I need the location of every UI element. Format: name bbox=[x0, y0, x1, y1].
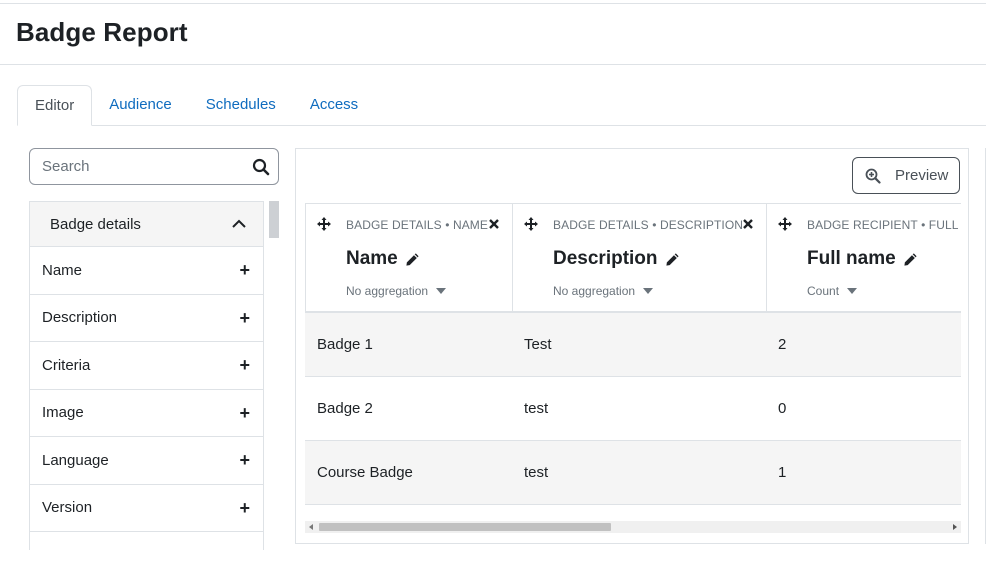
sidebar-item-criteria[interactable]: Criteria + bbox=[30, 342, 263, 390]
column-title: Full name bbox=[807, 248, 918, 270]
cell-count: 1 bbox=[778, 464, 787, 481]
caret-down-icon bbox=[643, 288, 654, 294]
scroll-left-arrow-icon[interactable] bbox=[309, 524, 313, 530]
cell-description: test bbox=[524, 464, 549, 481]
column-meta: Badge details • Description bbox=[553, 218, 744, 232]
move-icon[interactable] bbox=[524, 217, 538, 231]
column-header-name: Badge details • Name Name No aggregation bbox=[305, 203, 513, 313]
column-title-text: Description bbox=[553, 248, 658, 269]
pencil-icon[interactable] bbox=[903, 252, 918, 267]
column-title: Name bbox=[346, 248, 420, 270]
cell-count: 0 bbox=[778, 400, 787, 417]
report-editor-panel: Preview Badge details • Name Name No agg… bbox=[295, 148, 969, 544]
sidebar-group-badge-details[interactable]: Badge details bbox=[30, 202, 263, 247]
plus-icon[interactable]: + bbox=[239, 309, 250, 327]
pencil-icon[interactable] bbox=[665, 252, 680, 267]
cell-count: 2 bbox=[778, 336, 787, 353]
cell-description: test bbox=[524, 400, 549, 417]
tab-audience[interactable]: Audience bbox=[92, 85, 189, 126]
sidebar-scrollbar-thumb[interactable] bbox=[269, 201, 279, 238]
report-table: Badge details • Name Name No aggregation bbox=[305, 203, 961, 505]
tab-editor[interactable]: Editor bbox=[17, 85, 93, 126]
sidebar-item-label: Description bbox=[42, 309, 118, 327]
search-icon[interactable] bbox=[252, 158, 270, 176]
scroll-right-arrow-icon[interactable] bbox=[953, 524, 957, 530]
tab-schedules[interactable]: Schedules bbox=[189, 85, 293, 126]
column-header-description: Badge details • Description Description … bbox=[512, 203, 767, 313]
sidebar-item-label: Name bbox=[42, 261, 83, 279]
aggregation-select[interactable]: Count bbox=[807, 284, 858, 298]
caret-down-icon bbox=[847, 288, 858, 294]
move-icon[interactable] bbox=[778, 217, 792, 231]
sidebar-item-image[interactable]: Image + bbox=[30, 389, 263, 437]
page-title: Badge Report bbox=[16, 17, 188, 47]
search-box bbox=[29, 148, 279, 185]
column-header-full-name: Badge recipient • Full name Full name Co… bbox=[766, 203, 961, 313]
preview-button[interactable]: Preview bbox=[852, 157, 960, 194]
table-row: Badge 1 Test 2 bbox=[305, 313, 961, 377]
pencil-icon[interactable] bbox=[405, 252, 420, 267]
plus-icon[interactable]: + bbox=[239, 356, 250, 374]
plus-icon[interactable]: + bbox=[239, 499, 250, 517]
aggregation-value: Count bbox=[807, 284, 840, 298]
top-border bbox=[0, 0, 986, 4]
sidebar-item-version[interactable]: Version + bbox=[30, 484, 263, 532]
plus-icon[interactable]: + bbox=[239, 546, 250, 550]
close-icon[interactable] bbox=[743, 219, 753, 229]
chevron-up-icon[interactable] bbox=[231, 216, 247, 232]
plus-icon[interactable]: + bbox=[239, 404, 250, 422]
sidebar-item-label: Image bbox=[42, 404, 84, 422]
cell-name: Course Badge bbox=[317, 464, 413, 481]
sidebar-item-label: Version bbox=[42, 499, 93, 517]
sidebar-panel: Badge details Name + Description + Crite… bbox=[29, 201, 264, 550]
sidebar-item-language[interactable]: Language + bbox=[30, 437, 263, 485]
move-icon[interactable] bbox=[317, 217, 331, 231]
cell-name: Badge 2 bbox=[317, 400, 373, 417]
scrollbar-thumb[interactable] bbox=[319, 523, 611, 531]
search-input[interactable] bbox=[30, 149, 240, 184]
cell-description: Test bbox=[524, 336, 552, 353]
column-title-text: Full name bbox=[807, 248, 896, 269]
column-title: Description bbox=[553, 248, 680, 270]
sidebar-group-label: Badge details bbox=[50, 215, 141, 233]
sidebar-item-label: Criteria bbox=[42, 356, 91, 374]
aggregation-select[interactable]: No aggregation bbox=[553, 284, 654, 298]
tab-bar: Editor Audience Schedules Access bbox=[17, 85, 375, 126]
column-meta: Badge details • Name bbox=[346, 218, 489, 232]
column-title-text: Name bbox=[346, 248, 398, 269]
preview-label: Preview bbox=[895, 167, 949, 184]
aggregation-select[interactable]: No aggregation bbox=[346, 284, 447, 298]
sidebar-item-name[interactable]: Name + bbox=[30, 247, 263, 295]
horizontal-scrollbar[interactable] bbox=[305, 521, 961, 533]
sidebar-item-partial[interactable]: + bbox=[30, 532, 263, 550]
column-meta: Badge recipient • Full name bbox=[807, 218, 961, 232]
sidebar-item-label: Language bbox=[42, 451, 109, 469]
sidebar-item-description[interactable]: Description + bbox=[30, 294, 263, 342]
table-row: Badge 2 test 0 bbox=[305, 377, 961, 441]
tab-access[interactable]: Access bbox=[293, 85, 375, 126]
header-divider bbox=[0, 64, 986, 65]
plus-icon[interactable]: + bbox=[239, 261, 250, 279]
cell-name: Badge 1 bbox=[317, 336, 373, 353]
zoom-in-icon bbox=[865, 168, 881, 184]
plus-icon[interactable]: + bbox=[239, 451, 250, 469]
aggregation-value: No aggregation bbox=[346, 284, 429, 298]
close-icon[interactable] bbox=[489, 219, 499, 229]
aggregation-value: No aggregation bbox=[553, 284, 636, 298]
caret-down-icon bbox=[436, 288, 447, 294]
table-row: Course Badge test 1 bbox=[305, 441, 961, 505]
